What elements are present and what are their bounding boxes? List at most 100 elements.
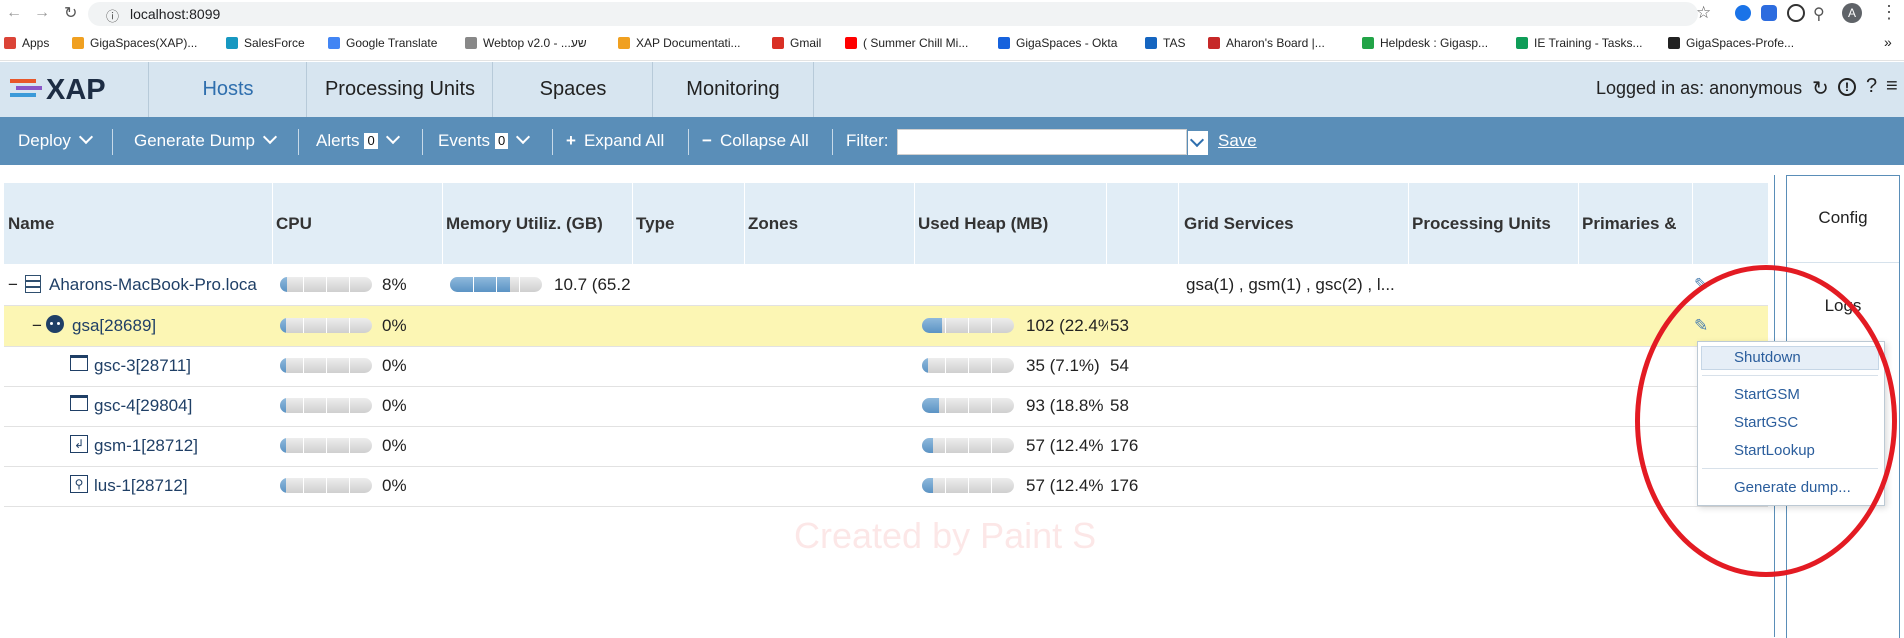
deploy-button[interactable]: Deploy: [18, 129, 93, 151]
globe-icon: [1145, 37, 1157, 49]
logo-text: XAP: [46, 74, 106, 106]
refresh-icon[interactable]: ↻: [1812, 76, 1829, 101]
back-arrow-icon[interactable]: ←: [6, 4, 22, 22]
gsc-name[interactable]: gsc-4[29804]: [94, 396, 192, 416]
events-button[interactable]: Events 0: [438, 129, 531, 151]
cpu-value: 0%: [382, 356, 407, 375]
chevron-down-icon: [385, 129, 400, 145]
cpu-value: 8%: [382, 275, 407, 294]
table-row[interactable]: − Aharons-MacBook-Pro.loca 8% 10.7 (65.2…: [4, 265, 1768, 306]
memory-value: 10.7 (65.2: [554, 275, 631, 294]
cloud-icon: [226, 37, 238, 49]
help-icon[interactable]: ?: [1866, 75, 1877, 98]
clock-extension-icon[interactable]: [1787, 4, 1805, 22]
heap-bar: [922, 318, 1014, 333]
threads-value: 176: [1110, 476, 1139, 495]
bookmark-gigaspaces-xap[interactable]: GigaSpaces(XAP)...: [72, 36, 197, 50]
bookmarks-bar: Apps GigaSpaces(XAP)... SalesForce Googl…: [0, 28, 1904, 61]
column-used-heap[interactable]: Used Heap (MB): [918, 214, 1048, 234]
collapse-all-button[interactable]: − Collapse All: [702, 131, 809, 151]
browser-menu-icon[interactable]: ⋮: [1880, 2, 1898, 23]
table-row[interactable]: ↲ gsm-1[28712] 0% 57 (12.4% 176: [4, 426, 1768, 467]
alerts-count-badge: 0: [364, 133, 378, 149]
bookmarks-overflow-icon[interactable]: »: [1884, 34, 1892, 50]
lus-name[interactable]: lus-1[28712]: [94, 476, 188, 496]
puzzle-extension-icon[interactable]: ⚲: [1813, 4, 1825, 24]
table-row[interactable]: gsc-3[28711] 0% 35 (7.1%) 54: [4, 346, 1768, 387]
config-tab[interactable]: Config: [1787, 208, 1899, 228]
server-icon: [23, 274, 41, 293]
tab-spaces[interactable]: Spaces: [492, 62, 653, 117]
save-filter-link[interactable]: Save: [1218, 131, 1257, 151]
translate-icon: [328, 37, 340, 49]
gsa-name[interactable]: gsa[28689]: [72, 316, 156, 336]
generate-dump-button[interactable]: Generate Dump: [134, 129, 278, 151]
collapse-toggle-icon[interactable]: −: [32, 316, 42, 336]
bookmark-aharons-board[interactable]: Aharon's Board |...: [1208, 36, 1325, 50]
watermark: Created by Paint S: [794, 515, 1097, 556]
heap-value: 57 (12.4%: [1026, 436, 1104, 455]
column-type[interactable]: Type: [636, 214, 674, 234]
table-row[interactable]: gsc-4[29804] 0% 93 (18.8% 58: [4, 386, 1768, 427]
heap-bar: [922, 398, 1014, 413]
column-memory[interactable]: Memory Utiliz. (GB): [446, 214, 603, 234]
filter-dropdown-button[interactable]: [1188, 131, 1208, 155]
bookmark-okta[interactable]: GigaSpaces - Okta: [998, 36, 1117, 50]
url-field[interactable]: ⓘ localhost:8099 ☆: [88, 2, 1711, 26]
column-primaries[interactable]: Primaries &: [1582, 214, 1677, 234]
reload-icon[interactable]: ↻: [64, 3, 77, 23]
profile-avatar[interactable]: A: [1842, 3, 1862, 23]
xap-icon: [618, 37, 630, 49]
alert-info-icon[interactable]: !: [1838, 78, 1856, 96]
cpu-bar: [280, 478, 372, 493]
bookmark-summer-chill[interactable]: ( Summer Chill Mi...: [845, 36, 968, 50]
chevron-down-icon: [516, 129, 531, 145]
cpu-value: 0%: [382, 316, 407, 335]
bookmark-tas[interactable]: TAS: [1145, 36, 1185, 50]
column-cpu[interactable]: CPU: [276, 214, 312, 234]
bookmark-google-translate[interactable]: Google Translate: [328, 36, 437, 50]
memory-bar: [450, 277, 542, 292]
app-header: XAP Hosts Processing Units Spaces Monito…: [0, 62, 1904, 118]
cpu-bar: [280, 398, 372, 413]
zoom-extension-icon[interactable]: [1761, 5, 1777, 21]
bookmark-xap-documentation[interactable]: XAP Documentati...: [618, 36, 741, 50]
filter-input[interactable]: [897, 129, 1187, 155]
tab-monitoring[interactable]: Monitoring: [652, 62, 814, 117]
bookmark-apps[interactable]: Apps: [4, 36, 49, 50]
extension-blue-icon[interactable]: [1735, 5, 1751, 21]
bookmark-gigaspaces-profe[interactable]: GigaSpaces-Profe...: [1668, 36, 1794, 50]
bookmark-webtop[interactable]: Webtop v2.0 - ...שע: [465, 36, 587, 50]
column-zones[interactable]: Zones: [748, 214, 798, 234]
gsm-name[interactable]: gsm-1[28712]: [94, 436, 198, 456]
collapse-toggle-icon[interactable]: −: [8, 275, 18, 295]
hamburger-menu-icon[interactable]: ≡: [1886, 75, 1898, 98]
bookmark-salesforce[interactable]: SalesForce: [226, 36, 305, 50]
tab-hosts[interactable]: Hosts: [148, 62, 307, 117]
alerts-button[interactable]: Alerts 0: [316, 129, 400, 151]
bookmark-gmail[interactable]: Gmail: [772, 36, 821, 50]
host-name[interactable]: Aharons-MacBook-Pro.loca: [49, 275, 257, 295]
url-text: localhost:8099: [130, 6, 221, 22]
heap-bar: [922, 358, 1014, 373]
expand-plus-icon: +: [566, 131, 576, 150]
bookmark-helpdesk[interactable]: Helpdesk : Gigasp...: [1362, 36, 1488, 50]
grid-services-value: gsa(1) , gsm(1) , gsc(2) , l...: [1186, 275, 1395, 294]
forward-arrow-icon[interactable]: →: [34, 4, 50, 22]
webtop-icon: [465, 37, 477, 49]
table-row[interactable]: ⚲ lus-1[28712] 0% 57 (12.4% 176: [4, 466, 1768, 507]
tab-processing-units[interactable]: Processing Units: [306, 62, 493, 117]
gsc-name[interactable]: gsc-3[28711]: [94, 356, 191, 376]
bookmark-ie-training[interactable]: IE Training - Tasks...: [1516, 36, 1643, 50]
xap-icon: [72, 37, 84, 49]
apps-grid-icon: [4, 37, 16, 49]
lookup-icon: ⚲: [70, 475, 88, 493]
toolbar: Deploy Generate Dump Alerts 0 Events 0 + Ex…: [0, 117, 1904, 165]
column-processing-units[interactable]: Processing Units: [1412, 214, 1551, 234]
table-row[interactable]: − gsa[28689] 0% 102 (22.4% 53 ✎: [4, 306, 1768, 347]
expand-all-button[interactable]: + Expand All: [566, 131, 664, 151]
heap-value: 93 (18.8%: [1026, 396, 1104, 415]
star-bookmark-icon[interactable]: ☆: [1696, 3, 1711, 23]
column-name[interactable]: Name: [8, 214, 54, 234]
column-grid-services[interactable]: Grid Services: [1184, 214, 1294, 234]
